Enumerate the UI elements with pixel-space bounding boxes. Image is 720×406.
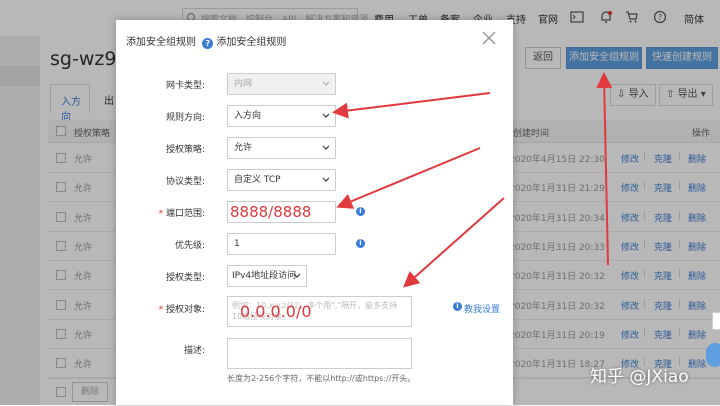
chat-widget[interactable] bbox=[706, 343, 720, 367]
arrow-to-port-range bbox=[336, 147, 481, 209]
arrow-to-add-rule-button bbox=[596, 72, 613, 266]
watermark: 知乎 @JXiao bbox=[590, 367, 689, 387]
arrow-to-auth-object bbox=[403, 197, 505, 288]
arrow-to-direction bbox=[332, 92, 491, 119]
annotation-arrows bbox=[332, 72, 613, 288]
feedback-widget[interactable] bbox=[712, 312, 720, 330]
